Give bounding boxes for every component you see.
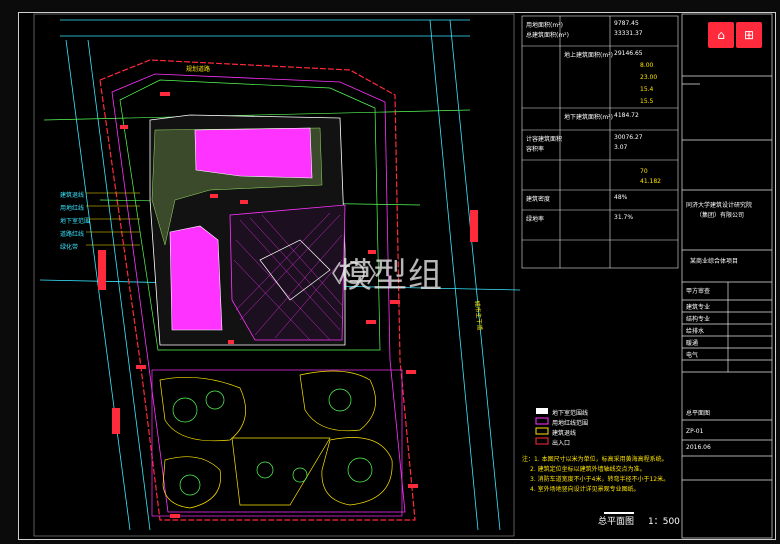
rev-row-5: 电气 xyxy=(686,352,699,359)
left-label-3: 道路红线 xyxy=(60,231,85,238)
rev-row-2: 结构专业 xyxy=(686,316,711,323)
site-label-2: 地上建筑面积(m²) xyxy=(564,52,613,59)
site-label-3: 地下建筑面积(m²) xyxy=(564,114,613,121)
road-tag-left2 xyxy=(112,408,120,434)
site-label-4: 计容建筑面积 xyxy=(526,136,563,143)
site-value-6: 48% xyxy=(614,194,628,201)
site-value-2: 29146.65 xyxy=(614,50,643,57)
drawing-date: 2016.06 xyxy=(686,444,711,451)
rev-row-1: 建筑专业 xyxy=(686,304,711,311)
rev-row-3: 给排水 xyxy=(686,328,705,335)
side-value-0: 8.00 xyxy=(640,62,654,69)
project-name: 某商业综合体项目 xyxy=(690,258,739,265)
site-label-1: 总建筑面积(m²) xyxy=(526,32,569,39)
site-value-4: 30076.27 xyxy=(614,134,643,141)
site-value-0: 9787.45 xyxy=(614,20,639,27)
road-label-0: 规划道路 xyxy=(186,66,211,73)
site-label-5: 容积率 xyxy=(526,146,545,153)
left-label-1: 用地红线 xyxy=(60,205,85,212)
drawing-title: 总平面图 xyxy=(598,517,635,527)
left-label-0: 建筑退线 xyxy=(60,192,85,199)
tower-b xyxy=(169,225,223,331)
site-value-1: 33331.37 xyxy=(614,30,643,37)
drawing-scale: 1：500 xyxy=(648,517,680,527)
legend-item-1: 用地红线范围 xyxy=(552,420,589,427)
site-value-3: 4184.72 xyxy=(614,112,639,119)
note-2: 3. 消防车道宽度不小于4米，转弯半径不小于12米。 xyxy=(530,476,670,483)
legend-swatches xyxy=(535,408,549,445)
institute-logo-icon: ⌂ xyxy=(708,22,734,48)
tower-a xyxy=(194,127,313,179)
site-value-5: 3.07 xyxy=(614,144,628,151)
left-label-4: 绿化带 xyxy=(60,244,79,251)
institute-name: 同济大学建筑设计研究院 xyxy=(686,202,753,209)
site-value-7: 31.7% xyxy=(614,214,634,221)
road-tag-left xyxy=(98,250,106,290)
legend-item-0: 地下室范围线 xyxy=(552,410,589,417)
site-label-7: 绿地率 xyxy=(526,216,545,223)
legend-item-3: 出入口 xyxy=(552,440,571,447)
note-0: 注：1. 本图尺寸以米为单位，标高采用黄海高程系统。 xyxy=(522,456,668,463)
sheet-name: 总平面图 xyxy=(686,410,711,417)
title-block-frame xyxy=(681,13,773,539)
side-value-4: 70 xyxy=(640,168,648,175)
institute-name2: （集团）有限公司 xyxy=(696,212,745,219)
legend-item-2: 建筑退线 xyxy=(552,430,577,437)
rev-row-0: 甲方审查 xyxy=(686,288,711,295)
rev-row-4: 暖通 xyxy=(686,340,699,347)
note-1: 2. 建筑定位坐标以建筑外墙轴线交点为准。 xyxy=(530,466,646,473)
side-value-3: 15.5 xyxy=(640,98,654,105)
seal-icon: ⊞ xyxy=(736,22,762,48)
site-label-0: 用地面积(m²) xyxy=(526,22,563,29)
drawing-no: ZP-01 xyxy=(686,428,704,435)
left-label-2: 地下室范围 xyxy=(60,218,91,225)
side-value-2: 15.4 xyxy=(640,86,654,93)
watermark-text: 模型组 xyxy=(338,256,443,296)
road-tag-right xyxy=(470,210,478,242)
note-3: 4. 室外场地竖向设计详见景观专业图纸。 xyxy=(530,486,640,493)
side-value-1: 23.00 xyxy=(640,74,658,81)
landscape-zone xyxy=(151,369,403,517)
site-label-6: 建筑密度 xyxy=(526,196,551,203)
side-value-5: 41.182 xyxy=(640,178,661,185)
